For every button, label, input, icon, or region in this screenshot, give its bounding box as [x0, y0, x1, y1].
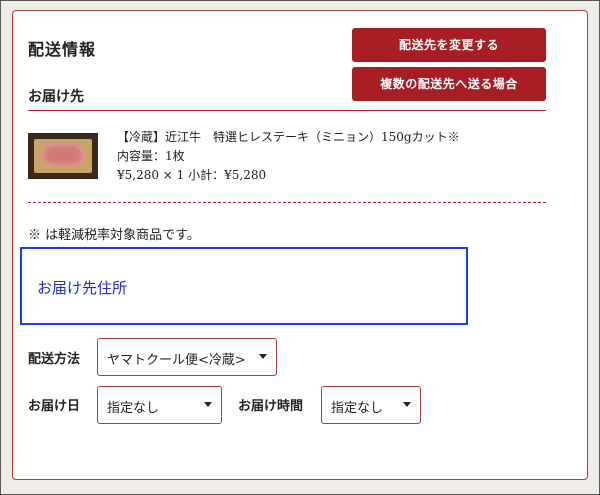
delivery-time-label: お届け時間 [238, 399, 304, 414]
delivery-date-value: 指定なし [107, 401, 160, 416]
delivery-time-select[interactable]: 指定なし [321, 386, 421, 424]
change-address-button[interactable]: 配送先を変更する [352, 28, 546, 62]
product-steak [42, 144, 84, 166]
section-title: 配送情報 [28, 40, 97, 59]
product-info: 【冷蔵】近江牛 特選ヒレステーキ（ミニョン）150gカット※ 内容量：1枚 ¥5… [117, 128, 460, 185]
delivery-date-label: お届け日 [28, 399, 81, 414]
tax-note: ※ は軽減税率対象商品です。 [28, 228, 200, 243]
delivery-time-value: 指定なし [331, 401, 384, 416]
section-divider [28, 110, 546, 111]
chevron-down-icon [204, 402, 212, 407]
product-image [28, 133, 98, 179]
multiple-address-button[interactable]: 複数の配送先へ送る場合 [352, 67, 546, 101]
delivery-date-select[interactable]: 指定なし [97, 386, 222, 424]
product-name: 【冷蔵】近江牛 特選ヒレステーキ（ミニョン）150gカット※ [117, 130, 460, 144]
product-content: 内容量：1枚 [117, 149, 185, 163]
shipping-method-select[interactable]: ヤマトクール便<冷蔵> [97, 338, 277, 376]
delivery-address-box[interactable]: お届け先住所 [20, 247, 468, 325]
shipping-method-label: 配送方法 [28, 352, 81, 367]
chevron-down-icon [259, 354, 267, 359]
shipping-method-value: ヤマトクール便<冷蔵> [107, 353, 246, 368]
dotted-divider [28, 202, 546, 203]
delivery-address-label: お届け先住所 [37, 279, 128, 297]
product-price: ¥5,280 × 1 小計：¥5,280 [117, 168, 267, 182]
recipient-label: お届け先 [28, 89, 84, 105]
chevron-down-icon [403, 402, 411, 407]
